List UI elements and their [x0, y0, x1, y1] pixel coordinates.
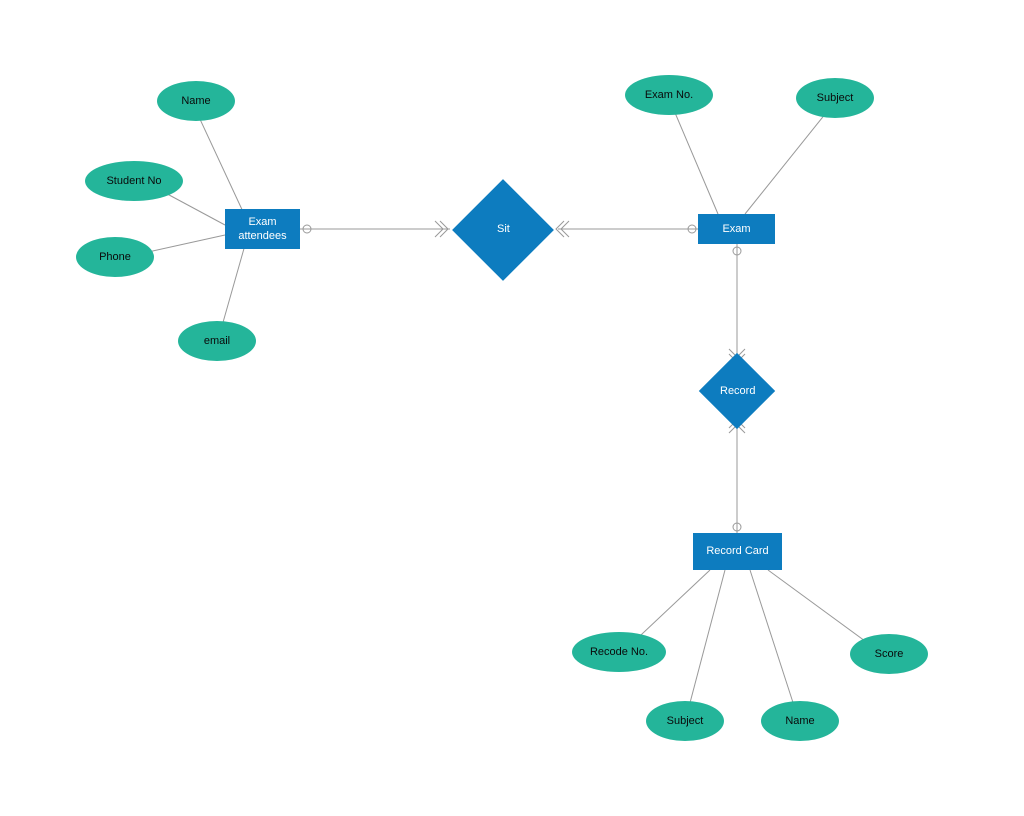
attribute-student-no: Student No	[85, 161, 183, 201]
entity-exam: Exam	[698, 214, 775, 244]
attribute-recode-no: Recode No.	[572, 632, 666, 672]
entity-record-card-label: Record Card	[706, 544, 768, 558]
attribute-email: email	[178, 321, 256, 361]
relationship-record	[699, 353, 775, 429]
attribute-subject-top: Subject	[796, 78, 874, 118]
entity-record-card: Record Card	[693, 533, 782, 570]
attribute-subject-bottom-label: Subject	[667, 715, 704, 727]
entity-exam-attendees-label: Exam attendees	[229, 215, 296, 244]
attribute-recode-no-label: Recode No.	[590, 646, 648, 658]
attribute-subject-top-label: Subject	[817, 92, 854, 104]
attribute-subject-bottom: Subject	[646, 701, 724, 741]
attribute-name: Name	[157, 81, 235, 121]
relationship-sit	[452, 179, 554, 281]
attribute-score: Score	[850, 634, 928, 674]
attribute-exam-no: Exam No.	[625, 75, 713, 115]
attribute-name-bottom: Name	[761, 701, 839, 741]
attribute-name-bottom-label: Name	[785, 715, 814, 727]
attribute-name-label: Name	[181, 95, 210, 107]
attribute-phone-label: Phone	[99, 251, 131, 263]
attribute-student-no-label: Student No	[106, 175, 161, 187]
connector-lines	[0, 0, 1024, 816]
entity-exam-label: Exam	[722, 222, 750, 236]
attribute-email-label: email	[204, 335, 230, 347]
attribute-exam-no-label: Exam No.	[645, 89, 693, 101]
attribute-phone: Phone	[76, 237, 154, 277]
entity-exam-attendees: Exam attendees	[225, 209, 300, 249]
attribute-score-label: Score	[875, 648, 904, 660]
